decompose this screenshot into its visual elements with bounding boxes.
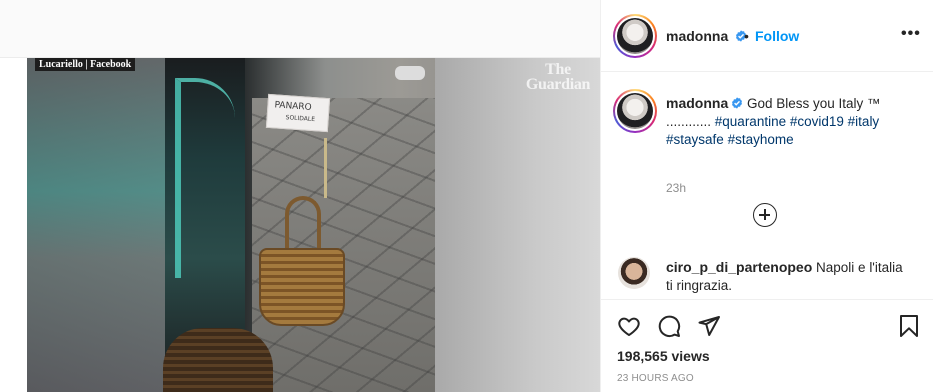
post-side-panel: madonna • Follow ••• madonna God Bless y… (600, 0, 933, 392)
watermark-line2: Guardian (525, 76, 591, 93)
caption-timestamp[interactable]: 23h (666, 181, 686, 195)
bookmark-icon[interactable] (897, 314, 921, 338)
video-car (395, 66, 425, 80)
media-column: PANARO SOLIDALE Lucariello | Facebook Th… (0, 0, 600, 392)
author-username-link[interactable]: madonna (666, 28, 747, 44)
watermark-line1: The (545, 61, 571, 78)
follow-separator: • (744, 28, 749, 44)
hashtag-covid19[interactable]: #covid19 (790, 114, 844, 129)
post-header: madonna • Follow ••• (601, 0, 933, 72)
video-blur-right (435, 58, 600, 392)
posted-time[interactable]: 23 HOURS AGO (617, 373, 694, 384)
caption-text: madonna God Bless you Italy ™ ..........… (666, 94, 916, 149)
comment-text: ciro_p_di_partenopeo Napoli e l'italia t… (666, 258, 911, 295)
video-basket-foreground (163, 328, 273, 392)
video-street (252, 98, 452, 392)
commenter-username[interactable]: ciro_p_di_partenopeo (666, 259, 812, 275)
video-basket-handle (285, 196, 321, 256)
hashtag-italy[interactable]: #italy (848, 114, 880, 129)
caption-author-username[interactable]: madonna (666, 95, 728, 111)
hashtag-quarantine[interactable]: #quarantine (715, 114, 786, 129)
commenter-avatar[interactable] (618, 257, 650, 289)
views-count[interactable]: 198,565 views (617, 348, 710, 364)
plus-circle-icon[interactable] (753, 203, 777, 227)
media-top-strip (0, 0, 600, 58)
hashtag-stayhome[interactable]: #stayhome (728, 132, 794, 147)
video-basket (259, 248, 345, 326)
author-avatar-image (617, 18, 653, 54)
caption-author-avatar[interactable] (613, 89, 657, 133)
author-avatar[interactable] (613, 14, 657, 58)
heart-icon[interactable] (617, 314, 641, 338)
paper-plane-icon[interactable] (697, 314, 721, 338)
video-credit: Lucariello | Facebook (35, 58, 136, 71)
more-options-icon[interactable]: ••• (901, 24, 921, 44)
caption-author-avatar-image (617, 93, 653, 129)
author-username: madonna (666, 28, 729, 44)
video-sign-line2: SOLIDALE (285, 114, 316, 124)
post-video[interactable]: PANARO SOLIDALE (27, 58, 600, 392)
hashtag-staysafe[interactable]: #staysafe (666, 132, 724, 147)
verified-badge-icon (732, 97, 743, 109)
follow-button[interactable]: Follow (755, 28, 799, 44)
video-graffiti (175, 78, 235, 278)
video-sign-line1: PANARO (274, 100, 312, 113)
video-rope (324, 138, 327, 198)
video-sign: PANARO SOLIDALE (265, 93, 331, 133)
comment-bubble-icon[interactable] (657, 314, 681, 338)
views-number: 198,565 (617, 348, 668, 364)
video-blur-left (27, 58, 165, 392)
post-actions: 198,565 views 23 HOURS AGO (601, 299, 933, 392)
comments-section[interactable]: madonna God Bless you Italy ™ ..........… (601, 73, 933, 299)
guardian-watermark: The Guardian (518, 61, 598, 93)
views-label: views (671, 348, 710, 364)
